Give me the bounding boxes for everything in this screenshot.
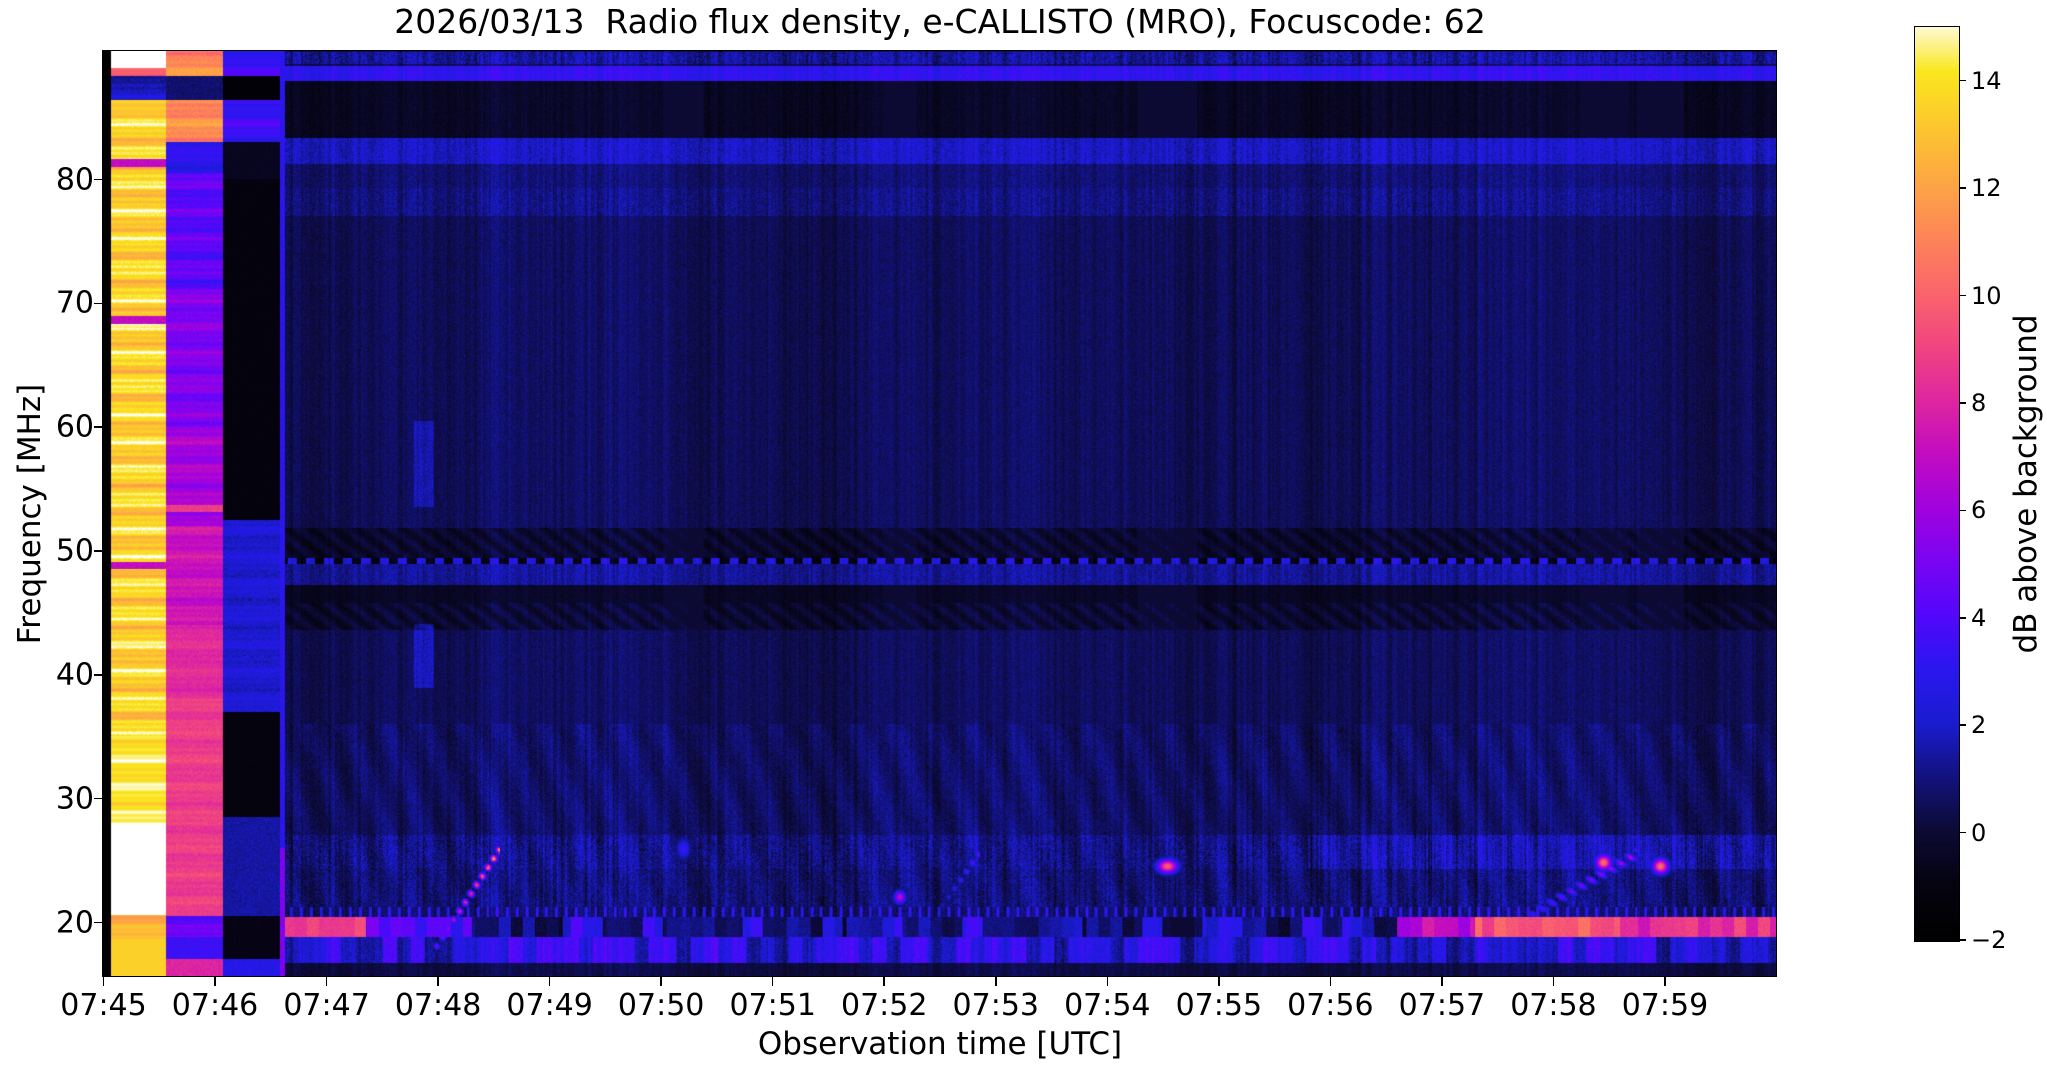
y-tick-label: 20 — [55, 905, 94, 940]
colorbar-tick-label: 14 — [1971, 66, 2002, 95]
colorbar-tick-mark — [1959, 294, 1966, 297]
colorbar — [1914, 26, 1960, 942]
x-tick-mark — [102, 977, 105, 986]
x-tick-label: 07:55 — [1175, 988, 1263, 1023]
y-tick-mark — [94, 550, 103, 552]
colorbar-tick-mark — [1959, 187, 1966, 189]
x-tick-mark — [995, 977, 997, 986]
x-tick-label: 07:57 — [1398, 988, 1486, 1023]
x-tick-mark — [1106, 977, 1109, 986]
x-tick-label: 07:51 — [729, 988, 816, 1023]
colorbar-tick-mark — [1959, 79, 1966, 82]
colorbar-tick-label: 6 — [1971, 496, 1987, 525]
colorbar-tick-mark — [1959, 831, 1966, 834]
x-tick-label: 07:52 — [840, 988, 928, 1023]
colorbar-tick-label: −2 — [1971, 926, 2007, 954]
y-tick-mark — [94, 797, 103, 800]
x-tick-mark — [437, 977, 439, 986]
colorbar-tick-label: 10 — [1971, 281, 2002, 310]
y-tick-label: 50 — [55, 533, 94, 569]
x-tick-label: 07:53 — [952, 988, 1039, 1023]
y-tick-mark — [94, 674, 103, 676]
colorbar-tick-label: 4 — [1971, 603, 1987, 632]
spectrogram-figure: 2026/03/13 Radio flux density, e-CALLIST… — [0, 0, 2047, 1067]
x-tick-mark — [771, 977, 774, 986]
x-tick-label: 07:47 — [283, 988, 370, 1023]
plot-area — [102, 50, 1777, 977]
colorbar-tick-label: 0 — [1971, 818, 1987, 847]
y-tick-label: 30 — [55, 781, 94, 817]
y-tick-mark — [94, 921, 103, 924]
x-tick-mark — [1329, 977, 1332, 986]
x-tick-label: 07:49 — [506, 988, 593, 1023]
y-tick-mark — [94, 426, 103, 428]
x-tick-label: 07:58 — [1510, 988, 1597, 1023]
x-tick-label: 07:46 — [171, 988, 259, 1023]
x-tick-label: 07:59 — [1621, 988, 1709, 1023]
y-tick-label: 60 — [55, 409, 94, 445]
colorbar-tick-mark — [1959, 617, 1966, 619]
x-tick-label: 07:45 — [60, 988, 147, 1023]
colorbar-tick-label: 12 — [1971, 174, 2002, 203]
chart-title: 2026/03/13 Radio flux density, e-CALLIST… — [394, 2, 1486, 41]
x-tick-mark — [214, 977, 216, 986]
x-tick-mark — [548, 977, 551, 986]
y-tick-label: 80 — [55, 162, 94, 198]
colorbar-tick-label: 8 — [1971, 388, 1987, 417]
colorbar-tick-mark — [1959, 509, 1966, 512]
colorbar-tick-mark — [1959, 402, 1966, 404]
colorbar-canvas — [1915, 27, 1959, 941]
x-tick-label: 07:54 — [1064, 988, 1151, 1023]
y-tick-label: 70 — [55, 285, 94, 321]
x-tick-mark — [883, 977, 885, 986]
colorbar-tick-mark — [1959, 724, 1966, 726]
colorbar-tick-label: 2 — [1971, 711, 1987, 740]
y-tick-mark — [94, 302, 103, 305]
x-tick-mark — [1441, 977, 1443, 986]
x-tick-mark — [660, 977, 662, 986]
x-tick-label: 07:48 — [394, 988, 482, 1023]
colorbar-label: dB above background — [2008, 314, 2044, 654]
spectrogram-canvas — [103, 51, 1776, 976]
x-tick-label: 07:56 — [1287, 988, 1374, 1023]
x-tick-label: 07:50 — [617, 988, 705, 1023]
y-tick-label: 40 — [55, 657, 94, 693]
y-tick-mark — [94, 178, 103, 181]
x-tick-mark — [1664, 977, 1666, 986]
x-tick-mark — [1218, 977, 1220, 986]
x-axis-label: Observation time [UTC] — [757, 1026, 1123, 1062]
x-tick-mark — [325, 977, 328, 986]
x-tick-mark — [1552, 977, 1555, 986]
colorbar-tick-mark — [1959, 939, 1966, 941]
